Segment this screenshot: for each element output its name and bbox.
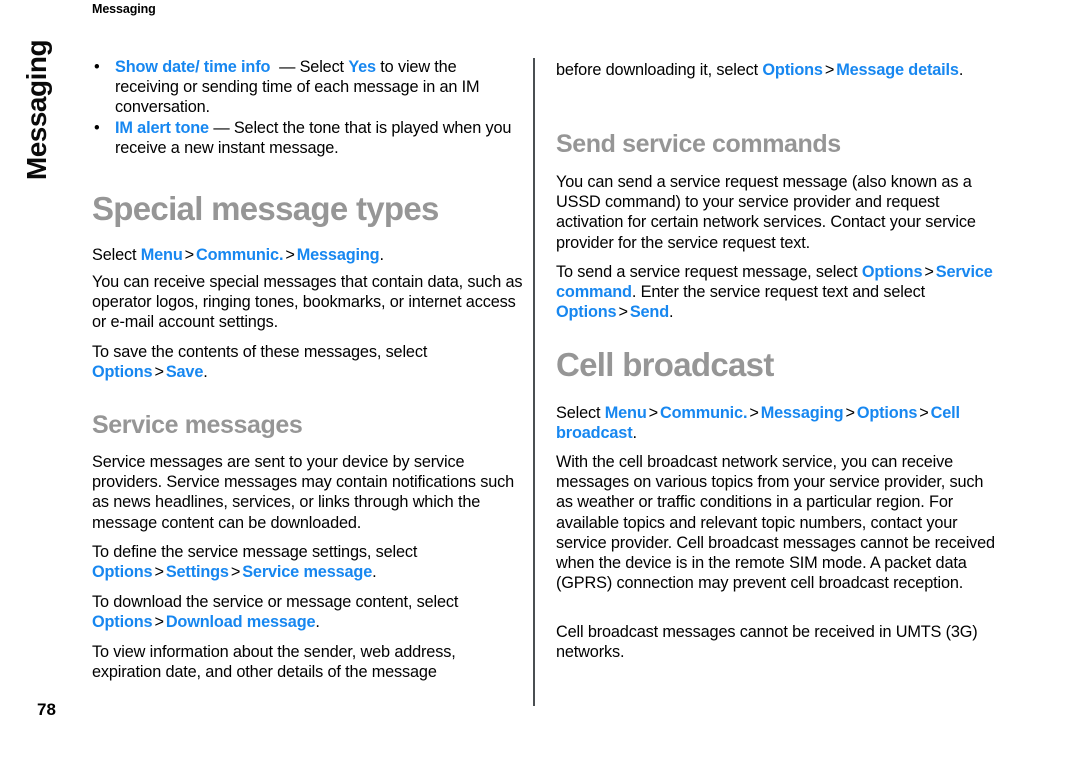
page-number: 78: [37, 700, 56, 719]
path-item-options: Options: [856, 404, 918, 422]
paragraph-download-content: To download the service or message conte…: [92, 592, 524, 632]
bullet-term: IM alert tone: [115, 118, 209, 137]
path-separator: >: [184, 246, 195, 264]
list-item: • IM alert tone — Select the tone that is…: [92, 118, 524, 158]
path-item-settings: Settings: [165, 563, 229, 582]
path-item-communic: Communic.: [196, 246, 284, 264]
paragraph-save-contents: To save the contents of these messages, …: [92, 342, 524, 382]
path-period: .: [669, 303, 674, 322]
bullet-dash-glyph: —: [279, 58, 296, 76]
chapter-tab: Messaging: [21, 39, 52, 181]
path-period: .: [372, 563, 377, 582]
para-mid: . Enter the service request text and sel…: [631, 283, 925, 302]
path-item-options-2: Options: [556, 303, 617, 322]
path-item-options: Options: [92, 613, 153, 632]
path-separator: >: [845, 404, 855, 422]
paragraph-special-messages-intro: You can receive special messages that co…: [92, 273, 523, 332]
path-separator: >: [154, 363, 164, 382]
section-heading-cell-broadcast: Cell broadcast: [556, 346, 774, 383]
bullet-dash-glyph: —: [213, 118, 230, 137]
path-item-send: Send: [629, 303, 670, 322]
bullet-dash: [270, 58, 279, 76]
bullet-marker: •: [94, 118, 100, 137]
para-lead: before downloading it, select: [556, 61, 763, 79]
path-item-options: Options: [762, 61, 823, 79]
menu-path-special-messages: Select Menu > Communic. > Messaging.: [92, 245, 524, 265]
menu-path-cell-broadcast: Select Menu > Communic. > Messaging > Options >…: [556, 403, 994, 443]
paragraph-define-settings: To define the service message settings, …: [92, 542, 524, 582]
path-separator: >: [285, 246, 295, 264]
para-lead: To download the service or message conte…: [92, 593, 459, 611]
path-period: .: [315, 613, 320, 632]
paragraph-service-messages-desc: Service messages are sent to your device…: [92, 453, 515, 532]
path-item-message-details: Message details: [836, 61, 959, 79]
bullet-marker: •: [94, 58, 100, 76]
paragraph-umts-note: Cell broadcast messages cannot be receiv…: [556, 623, 978, 662]
section-heading-send-service-commands: Send service commands: [556, 130, 841, 158]
section-heading-service-messages: Service messages: [92, 411, 303, 439]
path-item-download-message: Download message: [165, 613, 316, 632]
settings-bullet-list: • Show date/ time info — Select Yes to vi…: [92, 57, 524, 158]
path-item-messaging: Messaging: [760, 404, 844, 422]
column-divider: [533, 58, 535, 706]
path-lead: Select: [92, 246, 141, 264]
path-period: .: [379, 246, 384, 264]
path-separator: >: [749, 404, 759, 422]
bullet-rest: Select: [295, 58, 349, 76]
para-lead: To save the contents of these messages, …: [92, 343, 428, 361]
paragraph-cell-broadcast-desc: With the cell broadcast network service,…: [556, 453, 995, 593]
path-item-options: Options: [861, 263, 923, 281]
path-period: .: [958, 61, 964, 79]
paragraph-send-service-request: To send a service request message, selec…: [556, 262, 997, 323]
path-separator: >: [618, 303, 628, 322]
list-item: • Show date/ time info — Select Yes to vi…: [92, 57, 524, 118]
bullet-term: Show date/ time info: [115, 58, 271, 76]
para-lead: To define the service message settings, …: [92, 543, 418, 561]
path-item-save: Save: [165, 363, 204, 382]
path-item-menu: Menu: [604, 404, 647, 422]
path-item-service-message: Service message: [242, 563, 373, 582]
path-separator: >: [648, 404, 659, 422]
paragraph-message-details-continued: before downloading it, select Options > Me…: [556, 60, 994, 80]
paragraph-service-request-intro: You can send a service request message (…: [556, 173, 976, 252]
path-item-menu: Menu: [140, 246, 183, 264]
path-separator: >: [824, 61, 835, 79]
path-item-communic: Communic.: [660, 404, 748, 422]
path-item-options: Options: [92, 563, 153, 582]
path-separator: >: [230, 563, 241, 582]
path-item-messaging: Messaging: [296, 246, 380, 264]
path-item-options: Options: [92, 363, 153, 382]
running-header: Messaging: [92, 2, 156, 16]
path-separator: >: [919, 404, 929, 422]
path-separator: >: [154, 563, 164, 582]
path-period: .: [203, 363, 208, 382]
para-lead: To send a service request message, selec…: [556, 263, 862, 281]
path-separator: >: [154, 613, 164, 632]
page-title: Special message types: [92, 190, 439, 227]
path-lead: Select: [556, 404, 605, 422]
paragraph-view-information: To view information about the sender, we…: [92, 643, 456, 682]
path-separator: >: [924, 263, 934, 281]
path-period: .: [632, 424, 637, 443]
bullet-value: Yes: [348, 58, 376, 76]
